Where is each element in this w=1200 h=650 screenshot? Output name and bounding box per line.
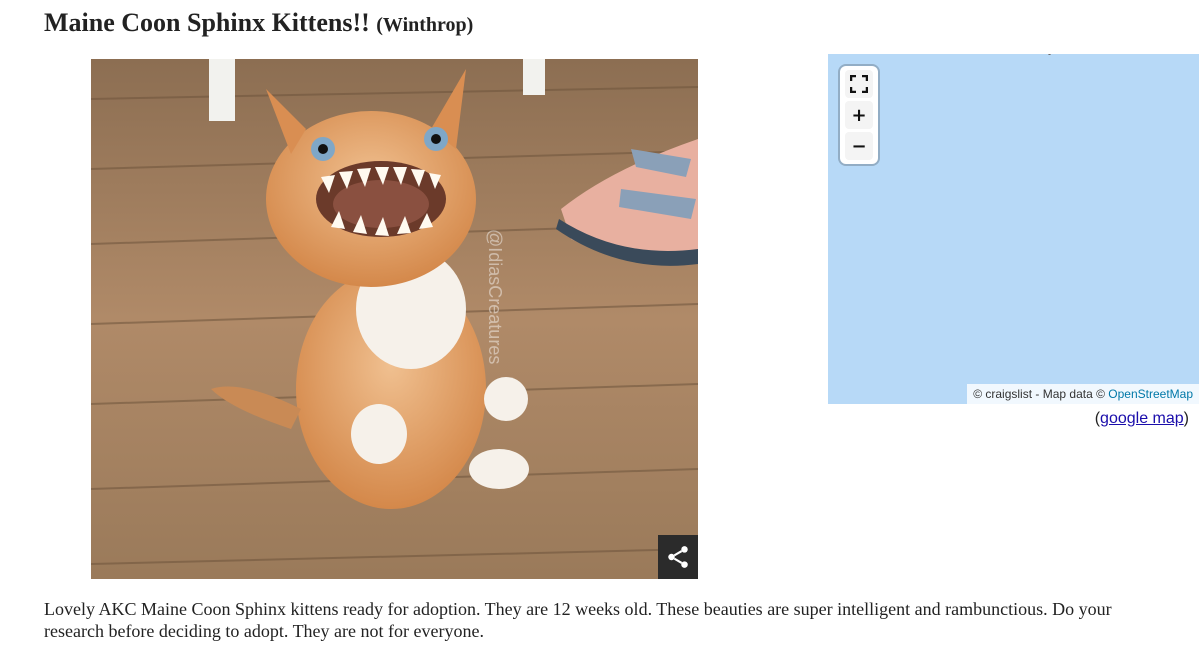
posting-description: Lovely AKC Maine Coon Sphinx kittens rea… [44,599,1112,641]
posting-location: (Winthrop) [376,14,474,36]
map-attribution-text: © craigslist - Map data © [973,387,1105,401]
posting-title: Maine Coon Sphinx Kittens!! (Winthrop) [44,8,473,38]
posting-title-text: Maine Coon Sphinx Kittens!! [44,8,370,37]
fullscreen-icon [850,75,868,93]
openstreetmap-link[interactable]: OpenStreetMap [1108,387,1193,401]
zoom-out-button[interactable]: − [845,132,873,160]
map-marker-dot [1048,54,1051,55]
share-button[interactable] [658,535,698,579]
kitten-photo-image: @IdiasCreatures [91,59,698,579]
share-icon [668,546,688,568]
map-attribution: © craigslist - Map data © OpenStreetMap [967,384,1199,404]
posting-photo[interactable]: @IdiasCreatures [91,59,698,579]
google-map-link[interactable]: google map [1100,410,1184,427]
watermark-text: @IdiasCreatures [485,229,505,364]
map-controls: + − [840,66,878,164]
google-map-close-paren: ) [1183,410,1189,427]
fullscreen-button[interactable] [845,70,873,98]
google-map-container: (google map) [1095,410,1189,428]
map[interactable]: + − © craigslist - Map data © OpenStreet… [828,54,1199,404]
zoom-in-button[interactable]: + [845,101,873,129]
